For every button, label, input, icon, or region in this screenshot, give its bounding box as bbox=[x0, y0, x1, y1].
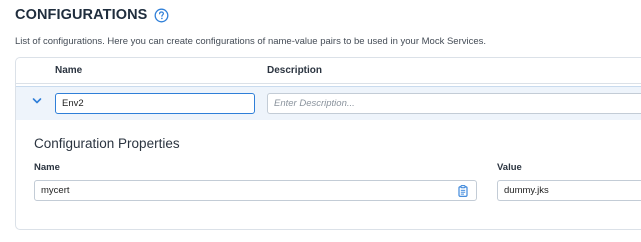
chevron-down-icon[interactable] bbox=[32, 97, 42, 105]
configurations-table: Name Description Configuration Propertie… bbox=[15, 57, 641, 230]
property-value-label: Value bbox=[497, 162, 522, 173]
configuration-properties-title: Configuration Properties bbox=[34, 136, 180, 151]
configurations-page: CONFIGURATIONS List of configurations. H… bbox=[0, 0, 641, 242]
property-value-input[interactable] bbox=[497, 180, 641, 201]
table-row bbox=[16, 86, 641, 120]
page-title: CONFIGURATIONS bbox=[15, 7, 148, 23]
configuration-name-input[interactable] bbox=[55, 93, 255, 114]
column-header-name: Name bbox=[55, 65, 83, 76]
property-name-label: Name bbox=[34, 162, 60, 173]
column-header-description: Description bbox=[267, 65, 323, 76]
property-name-field bbox=[34, 180, 477, 201]
clipboard-icon[interactable] bbox=[458, 185, 468, 197]
title-row: CONFIGURATIONS bbox=[15, 7, 169, 23]
property-name-input[interactable] bbox=[35, 181, 455, 200]
help-circle-icon[interactable] bbox=[154, 8, 169, 23]
configuration-description-input[interactable] bbox=[267, 93, 641, 114]
table-header: Name Description bbox=[16, 58, 641, 84]
page-description: List of configurations. Here you can cre… bbox=[15, 36, 487, 47]
